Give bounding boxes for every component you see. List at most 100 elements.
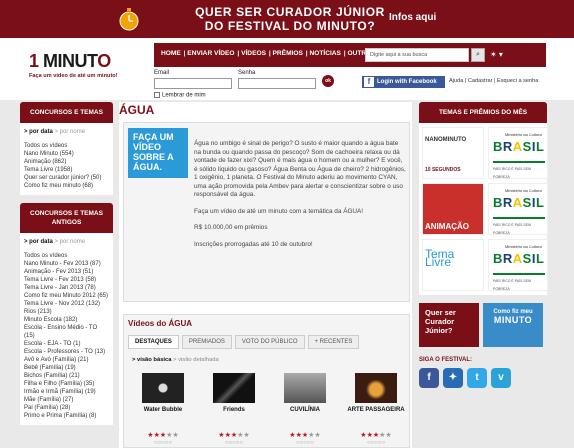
list-item[interactable]: Rios (213)	[24, 308, 109, 316]
video-card[interactable]: Water Bubble ★★★★★ ○○○○○	[132, 373, 194, 446]
list-item[interactable]: Mãe (Família) (27)	[24, 396, 109, 404]
video-card[interactable]: Friends ★★★★★ ○○○○○	[203, 373, 265, 446]
rating-circles[interactable]: ○○○○○	[274, 440, 336, 446]
video-title[interactable]: Water Bubble	[132, 407, 194, 413]
tab-premiados[interactable]: PREMIADOS	[181, 335, 232, 349]
password-label: Senha	[238, 70, 256, 76]
list-item[interactable]: Escola - Professores - TO (13)	[24, 348, 109, 356]
nav-home[interactable]: HOME	[161, 50, 181, 57]
list-item[interactable]: Animação (862)	[24, 158, 109, 166]
tile-tema-livre[interactable]: Tema Livre	[422, 239, 484, 291]
list-item[interactable]: Irmão e Irmã (Família) (19)	[24, 388, 109, 396]
video-thumbnail[interactable]	[142, 373, 184, 403]
banner-title: QUER SER CURADOR JÚNIOR DO FESTIVAL DO M…	[195, 5, 385, 33]
list-item[interactable]: Avô e Avó (Família) (21)	[24, 356, 109, 364]
nav-noticias[interactable]: NOTÍCIAS	[309, 50, 341, 57]
video-title[interactable]: Friends	[203, 407, 265, 413]
register-link[interactable]: Cadastrar	[468, 78, 493, 84]
search-button[interactable]: ⌕	[471, 48, 485, 62]
left-sidebar: CONCURSOS E TEMAS > por data > por nome …	[20, 102, 113, 425]
curador-junior-card[interactable]: Quer ser Curador Júnior?	[419, 303, 479, 347]
list-item[interactable]: Todos os vídeos	[24, 252, 109, 260]
list-item[interactable]: Bebê (Família) (19)	[24, 364, 109, 372]
tile-nanominuto[interactable]: NANOMINUTO 10 SEGUNDOS	[422, 127, 484, 179]
list-item[interactable]: Tema Livre - Nov 2012 (132)	[24, 300, 109, 308]
rating-circles[interactable]: ○○○○○	[345, 440, 407, 446]
tab-recentes[interactable]: + RECENTES	[307, 335, 360, 349]
themes-box-title: TEMAS E PRÊMIOS DO MÊS	[419, 102, 547, 123]
facebook-login-button[interactable]: f Login with Facebook	[362, 76, 445, 88]
twitter-icon[interactable]: t	[467, 368, 487, 388]
email-label: Email	[154, 70, 170, 76]
videos-box: Vídeos do ÁGUA DESTAQUES PREMIADOS VOTO …	[123, 314, 410, 448]
star-rating[interactable]: ★★★★★	[203, 431, 265, 439]
video-title[interactable]: ARTE PASSAGEIRA	[345, 407, 407, 413]
video-title[interactable]: CUVILÍNIA	[274, 407, 336, 413]
help-link[interactable]: Ajuda	[449, 78, 463, 84]
search-input[interactable]: Digite aqui a sua busca	[365, 48, 469, 62]
list-item[interactable]: Nano Minuto (554)	[24, 150, 109, 158]
list-item[interactable]: Quer ser curador júnior? (50)	[24, 174, 109, 182]
list-item[interactable]: Tema Livre - Fev 2013 (58)	[24, 276, 109, 284]
brasil-logo: Ministério da Cultura BRASIL PAÍS RICO É…	[488, 183, 548, 235]
nav-videos[interactable]: VÍDEOS	[241, 50, 266, 57]
vimeo-icon[interactable]: v	[491, 368, 511, 388]
video-card[interactable]: ARTE PASSAGEIRA ★★★★★ ○○○○○	[345, 373, 407, 446]
list-item[interactable]: Tema Livre - Jan 2013 (78)	[24, 284, 109, 292]
list-item[interactable]: Tema Livre (1958)	[24, 166, 109, 174]
como-fiz-card[interactable]: Como fiz meu MINUTO	[483, 303, 543, 347]
list-item[interactable]: Escola - EJA - TO (1)	[24, 340, 109, 348]
list-item[interactable]: Minuto Escola (182)	[24, 316, 109, 324]
remember-checkbox[interactable]	[154, 92, 160, 98]
list-item[interactable]: Primo e Prima (Família) (8)	[24, 412, 109, 420]
password-field[interactable]	[238, 78, 316, 89]
star-rating[interactable]: ★★★★★	[274, 431, 336, 439]
sort-by-date[interactable]: > por data	[24, 239, 53, 245]
star-rating[interactable]: ★★★★★	[132, 431, 194, 439]
list-item[interactable]: Escola - Ensino Médio - TO (15)	[24, 324, 109, 340]
list-item[interactable]: Pai (Família) (28)	[24, 404, 109, 412]
nav-enviar-video[interactable]: ENVIAR VÍDEO	[187, 50, 234, 57]
video-tabs: DESTAQUES PREMIADOS VOTO DO PÚBLICO + RE…	[128, 335, 360, 349]
forgot-password-link[interactable]: Esqueci a senha	[497, 78, 538, 84]
facebook-icon[interactable]: f	[419, 368, 439, 388]
tab-voto-publico[interactable]: VOTO DO PÚBLICO	[234, 335, 305, 349]
sort-options: > por data > por nome	[24, 128, 109, 136]
myspace-icon[interactable]: ✦	[443, 368, 463, 388]
site-header: 1 MINUTO Faça um vídeo de até um minuto!…	[0, 38, 574, 100]
email-field[interactable]	[154, 78, 232, 89]
top-banner[interactable]: QUER SER CURADOR JÚNIOR DO FESTIVAL DO M…	[0, 0, 574, 38]
rating-circles[interactable]: ○○○○○	[132, 440, 194, 446]
rating-circles[interactable]: ○○○○○	[203, 440, 265, 446]
sort-by-name[interactable]: > por nome	[55, 129, 86, 135]
sort-by-date[interactable]: > por data	[24, 129, 53, 135]
list-item[interactable]: Como fiz meu Minuto 2012 (65)	[24, 292, 109, 300]
brasil-logo: Ministério da Cultura BRASIL PAÍS RICO É…	[488, 239, 548, 291]
remember-me[interactable]: Lembrar de mim	[154, 92, 206, 99]
contest-description-box: FAÇA UM VÍDEO SOBRE A ÁGUA. Água no umbi…	[123, 122, 410, 302]
list-item[interactable]: Nano Minuto - Fev 2013 (87)	[24, 260, 109, 268]
view-detailed[interactable]: > visão detalhada	[173, 357, 219, 363]
tile-animacao[interactable]: ANIMAÇÃO	[422, 183, 484, 235]
view-basic[interactable]: > visão básica	[132, 357, 171, 363]
login-ok-button[interactable]: ok	[322, 75, 334, 87]
video-thumbnail[interactable]	[355, 373, 397, 403]
list-item[interactable]: Todos os vídeos	[24, 142, 109, 150]
old-contests-box: CONCURSOS E TEMAS ANTIGOS > por data > p…	[20, 203, 113, 425]
list-item[interactable]: Animação - Fev 2013 (51)	[24, 268, 109, 276]
site-logo[interactable]: 1 MINUTO Faça um vídeo de até um minuto!	[29, 51, 118, 79]
banner-info-link[interactable]: Infos aqui	[389, 12, 436, 23]
list-item[interactable]: Bichos (Família) (21)	[24, 372, 109, 380]
language-flag-icon[interactable]: ✶ ▾	[490, 50, 503, 59]
tab-destaques[interactable]: DESTAQUES	[128, 335, 179, 349]
video-thumbnail[interactable]	[213, 373, 255, 403]
follow-label: SIGA O FESTIVAL:	[419, 357, 473, 363]
contest-description: Água no umbigo é sinal de perigo? O sust…	[194, 140, 406, 248]
video-card[interactable]: CUVILÍNIA ★★★★★ ○○○○○	[274, 373, 336, 446]
list-item[interactable]: Como fiz meu minuto (68)	[24, 182, 109, 190]
video-thumbnail[interactable]	[284, 373, 326, 403]
nav-premios[interactable]: PRÊMIOS	[273, 50, 303, 57]
list-item[interactable]: Filha e Filho (Família) (35)	[24, 380, 109, 388]
sort-by-name[interactable]: > por nome	[55, 239, 86, 245]
star-rating[interactable]: ★★★★★	[345, 431, 407, 439]
